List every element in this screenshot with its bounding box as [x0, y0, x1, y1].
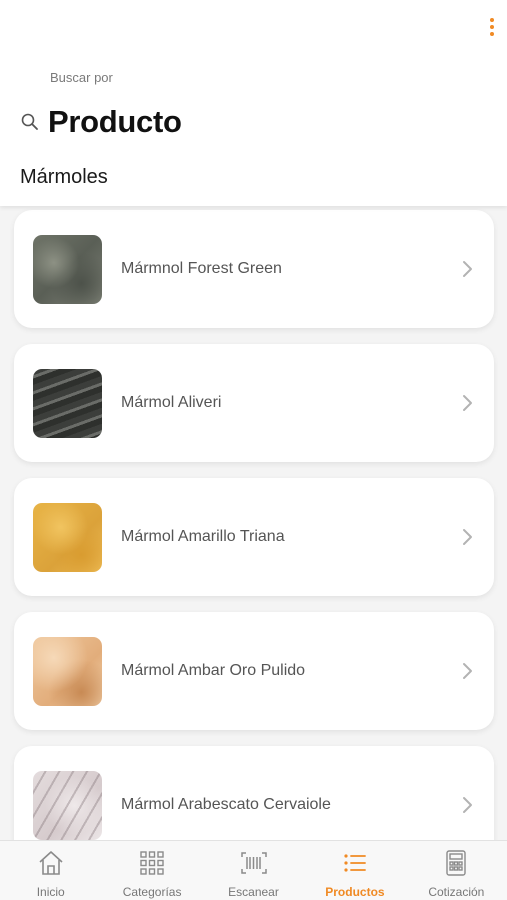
- tab-productos[interactable]: Productos: [304, 841, 405, 900]
- product-name: Mármol Ambar Oro Pulido: [121, 662, 306, 679]
- tab-categorias[interactable]: Categorías: [101, 841, 202, 900]
- product-card[interactable]: Mármol Amarillo Triana: [14, 478, 494, 596]
- app-header: Buscar por Producto Mármoles: [0, 0, 507, 206]
- tab-escanear[interactable]: Escanear: [203, 841, 304, 900]
- chevron-right-icon: [463, 529, 472, 545]
- product-card[interactable]: Mármol Arabescato Cervaiole: [14, 746, 494, 840]
- search-title: Producto: [48, 104, 182, 139]
- product-name: Mármnol Forest Green: [121, 260, 282, 277]
- search-hint: Buscar por: [50, 70, 113, 85]
- product-name: Mármol Amarillo Triana: [121, 528, 285, 545]
- tab-label: Cotización: [428, 885, 485, 899]
- tab-label: Categorías: [122, 885, 182, 899]
- grid-icon: [140, 851, 164, 875]
- bottom-tab-bar: Inicio Categorías Escanear Productos Cot…: [0, 840, 507, 900]
- section-title: Mármoles: [20, 166, 108, 188]
- product-thumbnail: [33, 770, 102, 840]
- chevron-right-icon: [463, 395, 472, 411]
- product-thumbnail: [33, 636, 102, 706]
- chevron-right-icon: [463, 797, 472, 813]
- calculator-icon: [446, 850, 467, 876]
- tab-inicio[interactable]: Inicio: [0, 841, 101, 900]
- tab-label: Escanear: [228, 885, 279, 899]
- product-list: Mármnol Forest Green Mármol Aliveri Márm…: [0, 206, 507, 840]
- product-name: Mármol Arabescato Cervaiole: [121, 796, 331, 813]
- search-field[interactable]: Producto: [20, 100, 182, 144]
- search-icon: [21, 113, 38, 130]
- chevron-right-icon: [463, 261, 472, 277]
- barcode-scan-icon: [240, 852, 267, 874]
- more-vertical-icon[interactable]: [485, 14, 499, 40]
- product-card[interactable]: Mármol Aliveri: [14, 344, 494, 462]
- tab-cotizacion[interactable]: Cotización: [406, 841, 507, 900]
- tab-label: Productos: [325, 885, 385, 899]
- product-thumbnail: [33, 368, 102, 438]
- product-thumbnail: [33, 502, 102, 572]
- product-card[interactable]: Mármol Ambar Oro Pulido: [14, 612, 494, 730]
- product-name: Mármol Aliveri: [121, 394, 222, 411]
- product-thumbnail: [33, 234, 102, 304]
- list-icon: [344, 854, 366, 872]
- product-card[interactable]: Mármnol Forest Green: [14, 210, 494, 328]
- home-icon: [39, 851, 63, 875]
- tab-label: Inicio: [36, 885, 65, 899]
- chevron-right-icon: [463, 663, 472, 679]
